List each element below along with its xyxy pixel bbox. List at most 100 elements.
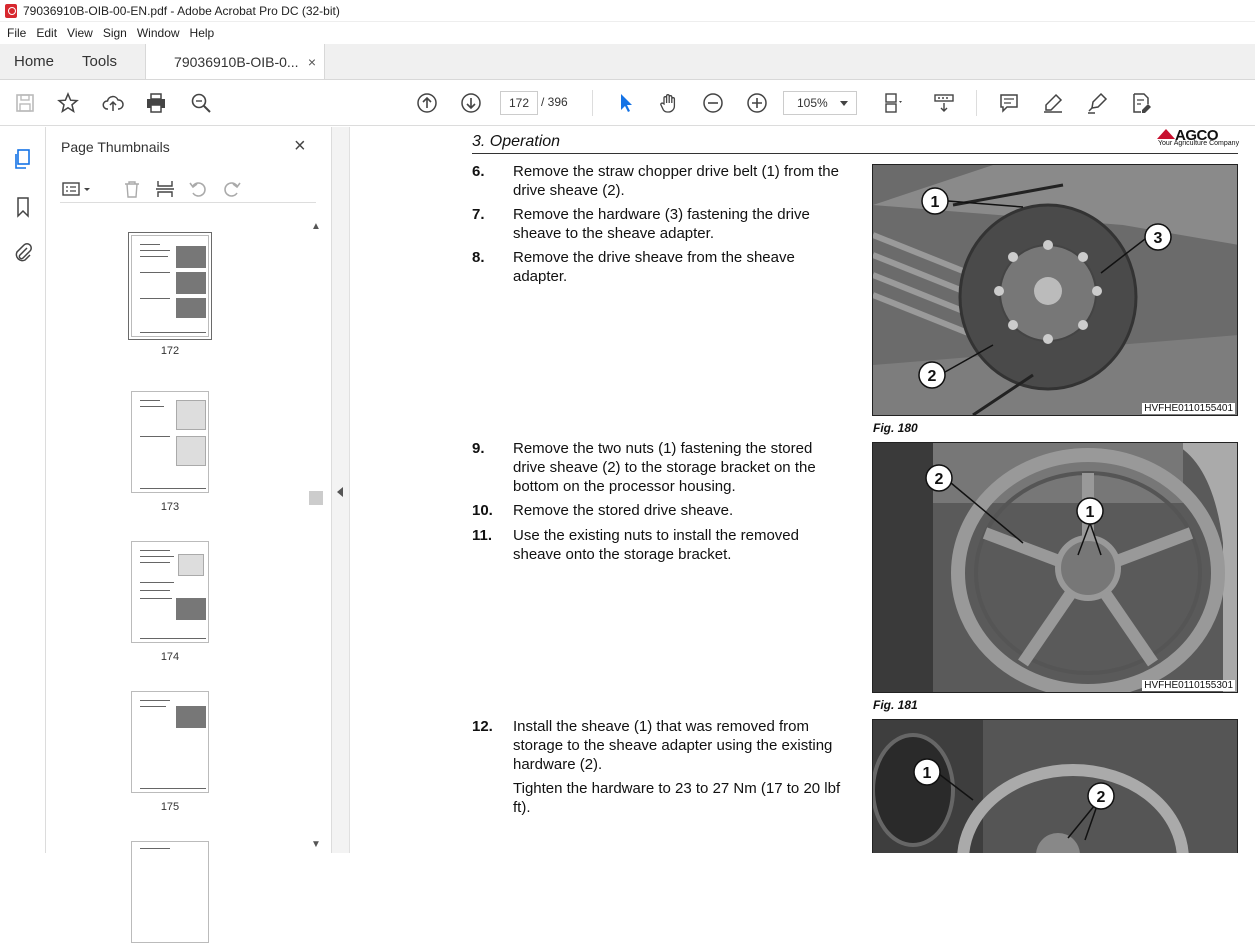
figure-code: HVFHE0110155401 (1142, 403, 1235, 414)
previous-page-button[interactable] (414, 90, 440, 116)
step-12: 12. Install the sheave (1) that was remo… (472, 717, 842, 817)
fountain-pen-icon (1088, 92, 1108, 114)
edit-pdf-button[interactable] (1128, 90, 1154, 116)
step-text: Remove the stored drive sheave. (513, 502, 734, 519)
step-number: 9. (472, 440, 485, 457)
tab-close-button[interactable]: × (308, 54, 316, 70)
agco-logo: AGCO Your Agriculture Company (1155, 127, 1245, 151)
thumbnail-page-next[interactable] (131, 841, 209, 943)
comment-button[interactable] (996, 90, 1022, 116)
print-button[interactable] (143, 90, 169, 116)
step-text: Remove the hardware (3) fastening the dr… (513, 206, 810, 242)
highlight-button[interactable] (1040, 90, 1066, 116)
minus-circle-icon (703, 93, 723, 113)
hand-tool-button[interactable] (656, 90, 682, 116)
bookmark-icon (17, 197, 29, 218)
page-thumbnails-toggle[interactable] (11, 147, 35, 171)
step-number: 6. (472, 163, 485, 180)
tab-home[interactable]: Home (0, 44, 68, 79)
scrollbar-thumb[interactable] (309, 491, 323, 505)
rotate-left-button[interactable] (186, 177, 210, 201)
menu-window[interactable]: Window (134, 26, 187, 40)
attachments-toggle[interactable] (11, 241, 35, 265)
thumbnail-options-button[interactable] (60, 177, 96, 201)
scroll-down-icon[interactable]: ▼ (311, 839, 321, 850)
step-text: Use the existing nuts to install the rem… (513, 527, 799, 563)
step-text: Remove the straw chopper drive belt (1) … (513, 163, 839, 199)
step-number: 8. (472, 249, 485, 266)
thumbnail-image (131, 691, 209, 793)
page-number-input[interactable]: 172 (500, 91, 538, 115)
pages-icon (15, 149, 30, 169)
scroll-mode-button[interactable] (931, 90, 957, 116)
callout-label: 2 (935, 471, 944, 488)
pointer-arrow-icon (621, 94, 632, 112)
thumbnail-scrollbar[interactable]: ▲ ▼ (308, 219, 324, 853)
step-9: 9. Remove the two nuts (1) fastening the… (472, 439, 842, 496)
thumbnail-page-175[interactable]: 175 (131, 691, 209, 813)
scroll-up-icon[interactable]: ▲ (311, 221, 321, 232)
window-title: 79036910B-OIB-00-EN.pdf - Adobe Acrobat … (23, 3, 340, 18)
menu-sign[interactable]: Sign (100, 26, 134, 40)
navigation-pane-strip (0, 127, 46, 853)
zoom-level-select[interactable]: 105% (783, 91, 857, 115)
scroll-keyboard-icon (934, 94, 954, 112)
trash-icon (125, 181, 139, 198)
thumbnail-image (128, 232, 212, 340)
tab-tools[interactable]: Tools (68, 44, 131, 79)
main-toolbar: 172 / 396 105% (0, 80, 1255, 126)
select-tool-button[interactable] (612, 90, 638, 116)
toolbar-divider (976, 90, 977, 116)
highlighter-pen-icon (1044, 93, 1063, 113)
thumbnail-page-173[interactable]: 173 (131, 391, 209, 513)
tab-document-label: 79036910B-OIB-0... (174, 53, 299, 70)
upload-cloud-button[interactable] (100, 90, 126, 116)
menu-view[interactable]: View (64, 26, 100, 40)
menu-file[interactable]: File (4, 26, 33, 40)
thumbnail-image (131, 391, 209, 493)
rotate-ccw-icon (189, 182, 206, 197)
step-number: 12. (472, 718, 493, 735)
collapse-arrow-icon (337, 487, 343, 497)
figure-caption: Fig. 181 (873, 698, 918, 712)
zoom-out-button[interactable] (700, 90, 726, 116)
thumbnail-image (131, 541, 209, 643)
delete-pages-button[interactable] (120, 177, 144, 201)
options-menu-icon (62, 182, 90, 196)
callout-label: 2 (1097, 789, 1106, 806)
callout-label: 3 (1154, 230, 1163, 247)
panel-collapse-handle[interactable] (332, 127, 350, 853)
tab-document[interactable]: 79036910B-OIB-0... × (145, 44, 326, 79)
next-page-button[interactable] (458, 90, 484, 116)
panel-title: Page Thumbnails (61, 139, 170, 155)
insert-pages-icon (156, 181, 174, 197)
panel-toolbar (60, 177, 316, 203)
search-zoom-icon (191, 93, 211, 113)
page-fit-button[interactable] (876, 90, 912, 116)
callout-label: 1 (931, 194, 940, 211)
bookmarks-toggle[interactable] (11, 195, 35, 219)
step-number: 7. (472, 206, 485, 223)
zoom-level-value: 105% (797, 96, 828, 110)
printer-icon (147, 93, 165, 113)
section-heading: 3. Operation (472, 133, 561, 150)
bookmark-star-button[interactable] (55, 90, 81, 116)
title-bar: 79036910B-OIB-00-EN.pdf - Adobe Acrobat … (0, 0, 1255, 22)
thumbnail-page-172[interactable]: 172 (128, 232, 212, 357)
fit-page-icon (885, 93, 902, 113)
thumbnail-page-174[interactable]: 174 (131, 541, 209, 663)
zoom-in-button[interactable] (744, 90, 770, 116)
sign-button[interactable] (1084, 90, 1110, 116)
find-button[interactable] (188, 90, 214, 116)
callout-label: 1 (923, 765, 932, 782)
rotate-right-button[interactable] (220, 177, 244, 201)
save-button[interactable] (12, 90, 38, 116)
panel-close-button[interactable]: × (294, 135, 306, 158)
menu-bar: File Edit View Sign Window Help (0, 22, 1255, 44)
insert-pages-button[interactable] (153, 177, 177, 201)
thumbnail-label: 173 (160, 501, 180, 513)
thumbnail-label: 175 (160, 801, 180, 813)
menu-edit[interactable]: Edit (33, 26, 64, 40)
figure-caption: Fig. 180 (873, 421, 918, 435)
menu-help[interactable]: Help (187, 26, 222, 40)
